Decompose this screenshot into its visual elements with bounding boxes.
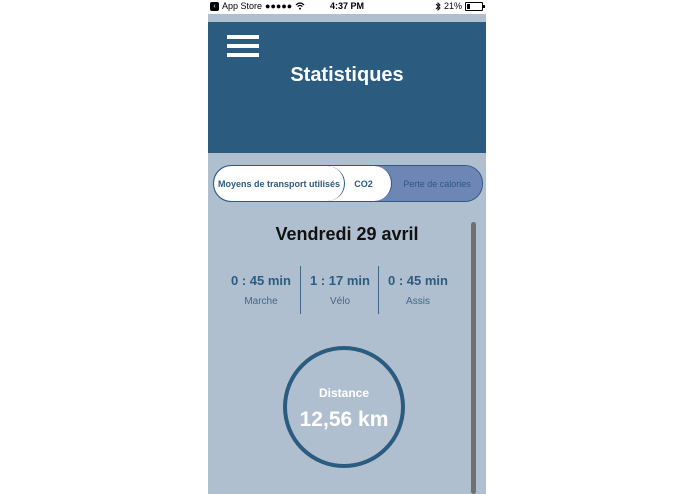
stat-value: 0 : 45 min bbox=[231, 273, 291, 288]
scrollbar[interactable] bbox=[471, 222, 476, 494]
date-heading: Vendredi 29 avril bbox=[275, 224, 419, 244]
time-stats: 0 : 45 min Marche 1 : 17 min Vélo 0 : 45… bbox=[222, 266, 472, 314]
distance-label: Distance bbox=[318, 386, 370, 400]
distance-value: 12,56 km bbox=[299, 408, 389, 431]
status-right: 21% bbox=[435, 1, 485, 11]
stat-walking: 0 : 45 min Marche bbox=[222, 266, 300, 314]
battery-fill bbox=[467, 3, 470, 9]
stat-label: Assis bbox=[406, 296, 430, 307]
hamburger-menu-icon[interactable] bbox=[227, 35, 259, 59]
app-header: Statistiques bbox=[208, 22, 486, 153]
stat-seated: 0 : 45 min Assis bbox=[378, 266, 457, 314]
tab-calories[interactable]: Perte de calories bbox=[392, 166, 482, 201]
stat-bike: 1 : 17 min Vélo bbox=[300, 266, 379, 314]
status-bar: ‹ App Store ●●●●● 4:37 PM 21% bbox=[208, 0, 486, 14]
tab-transport[interactable]: Moyens de transport utilisés bbox=[214, 166, 345, 201]
bluetooth-icon bbox=[435, 1, 441, 11]
segmented-control: Moyens de transport utilisés CO2 Perte d… bbox=[213, 165, 483, 202]
battery-percent: 21% bbox=[443, 1, 462, 11]
stat-label: Marche bbox=[244, 296, 278, 307]
stat-value: 1 : 17 min bbox=[310, 273, 370, 288]
page-title: Statistiques bbox=[290, 64, 404, 86]
stat-value: 0 : 45 min bbox=[388, 273, 448, 288]
app-screen: ‹ App Store ●●●●● 4:37 PM 21% Statistiqu… bbox=[208, 0, 486, 494]
distance-circle: Distance 12,56 km bbox=[283, 346, 405, 468]
battery-icon bbox=[465, 1, 485, 11]
stat-label: Vélo bbox=[329, 296, 350, 307]
